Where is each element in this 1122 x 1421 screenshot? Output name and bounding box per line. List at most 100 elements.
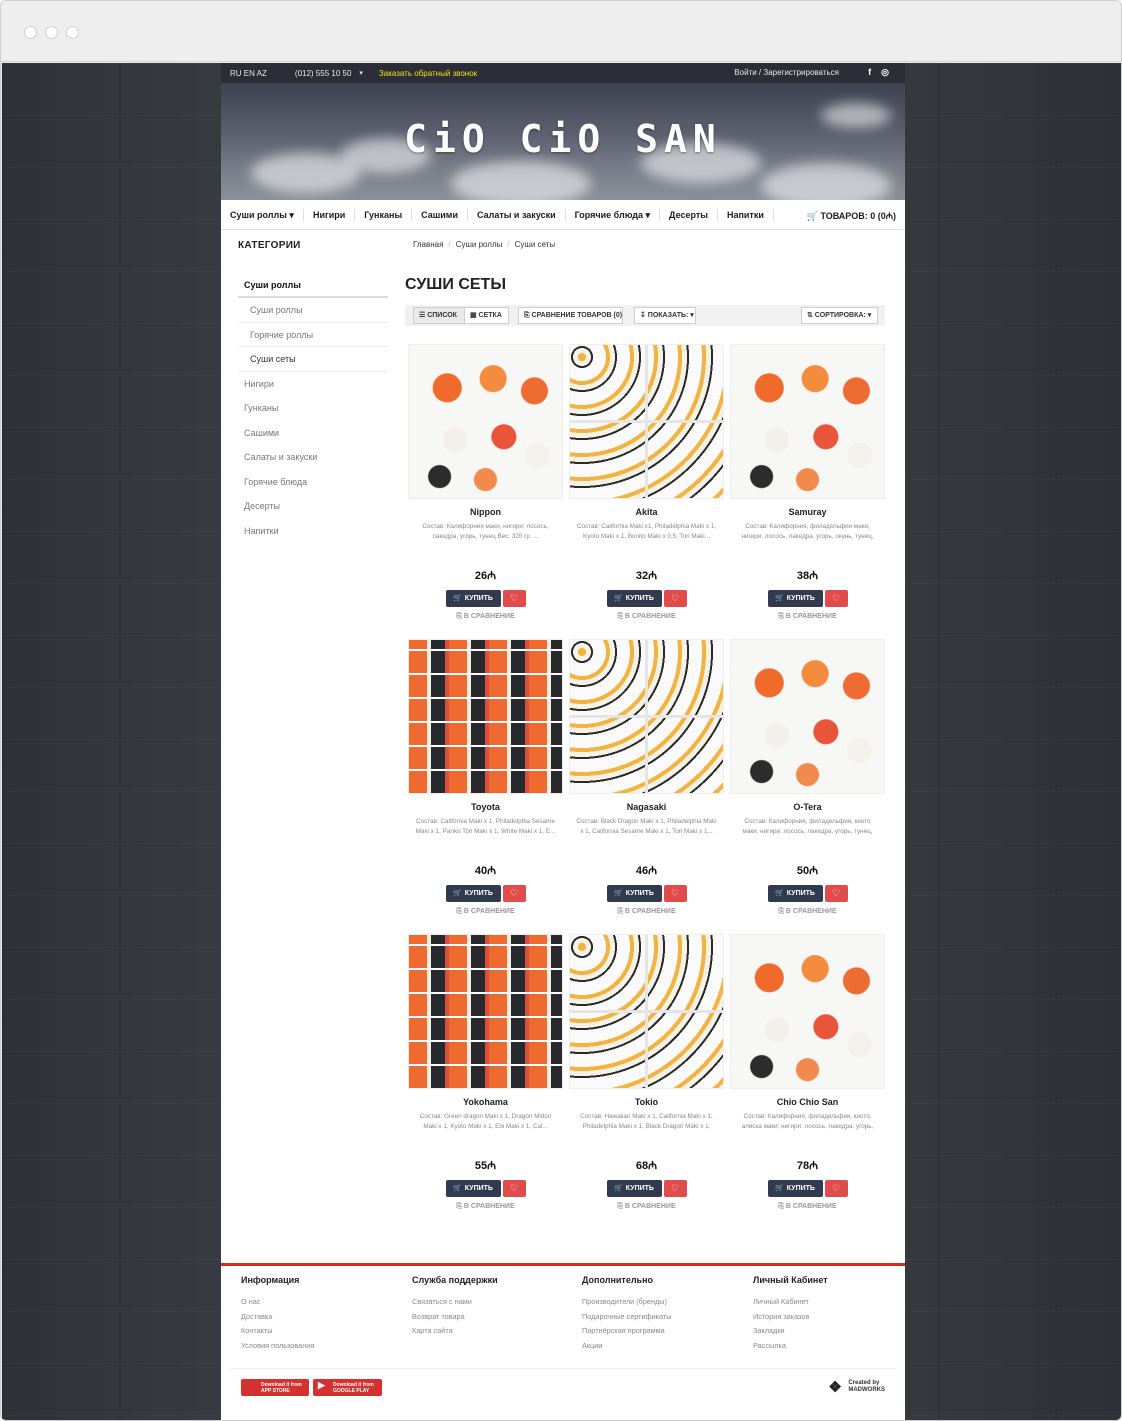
footer-link[interactable]: Производители (бренды) xyxy=(582,1295,742,1310)
product-name[interactable]: Tokio xyxy=(569,1097,724,1107)
wishlist-button[interactable]: ♡ xyxy=(663,885,687,902)
facebook-icon[interactable]: f xyxy=(868,67,871,78)
product-image[interactable] xyxy=(408,639,563,794)
sidebar-item-hot-dishes[interactable]: Горячие блюда xyxy=(238,470,388,495)
nav-item-salads[interactable]: Салаты и закуски xyxy=(468,208,566,221)
nav-item-sushi-rolls[interactable]: Суши роллы ▾ xyxy=(230,208,304,221)
add-to-compare-link[interactable]: ⎘ В СРАВНЕНИЕ xyxy=(569,613,724,621)
product-name[interactable]: Chio Chio San xyxy=(730,1097,885,1107)
instagram-icon[interactable]: ◎ xyxy=(881,67,889,78)
app-store-button[interactable]: Download it from APP STORE xyxy=(241,1379,309,1396)
footer-link[interactable]: Доставка xyxy=(241,1310,401,1325)
add-to-compare-link[interactable]: ⎘ В СРАВНЕНИЕ xyxy=(730,613,885,621)
sidebar-item-nigiri[interactable]: Нигири xyxy=(238,372,388,397)
sidebar-item-sushi-rolls-sub[interactable]: Суши роллы xyxy=(238,298,388,323)
footer-link[interactable]: Личный Кабинет xyxy=(753,1295,913,1310)
nav-item-hot-dishes[interactable]: Горячие блюда ▾ xyxy=(566,208,661,221)
login-link[interactable]: Войти / Зарегистрироваться xyxy=(734,68,839,77)
sidebar-item-sashimi[interactable]: Сашими xyxy=(238,421,388,446)
footer-link[interactable]: Контакты xyxy=(241,1324,401,1339)
buy-button[interactable]: 🛒 КУПИТЬ xyxy=(606,1180,662,1197)
wishlist-button[interactable]: ♡ xyxy=(824,885,848,902)
sidebar-item-gunkan[interactable]: Гунканы xyxy=(238,396,388,421)
product-name[interactable]: Toyota xyxy=(408,802,563,812)
footer-link[interactable]: Возврат товара xyxy=(412,1310,572,1325)
sidebar-item-sushi-sets[interactable]: Суши сеты xyxy=(238,347,388,372)
sidebar-item-drinks[interactable]: Напитки xyxy=(238,519,388,544)
buy-button[interactable]: 🛒 КУПИТЬ xyxy=(606,590,662,607)
buy-button[interactable]: 🛒 КУПИТЬ xyxy=(445,590,501,607)
madworks-credit[interactable]: ❖ Created by MADWORKS xyxy=(828,1380,885,1395)
google-play-button[interactable]: ▶ Download it from GOOGLE PLAY xyxy=(313,1379,382,1396)
product-name[interactable]: Akita xyxy=(569,507,724,517)
add-to-compare-link[interactable]: ⎘ В СРАВНЕНИЕ xyxy=(730,908,885,916)
nav-item-nigiri[interactable]: Нигири xyxy=(304,208,356,221)
footer-link[interactable]: Карта сайта xyxy=(412,1324,572,1339)
product-image[interactable] xyxy=(569,344,724,499)
product-image[interactable] xyxy=(730,639,885,794)
buy-button[interactable]: 🛒 КУПИТЬ xyxy=(445,1180,501,1197)
language-switcher[interactable]: RU EN AZ xyxy=(230,69,267,78)
product-image[interactable] xyxy=(730,344,885,499)
cart-button[interactable]: 🛒 ТОВАРОВ: 0 (0₼) xyxy=(807,209,896,222)
buy-button[interactable]: 🛒 КУПИТЬ xyxy=(767,590,823,607)
sidebar-item-salads[interactable]: Салаты и закуски xyxy=(238,445,388,470)
add-to-compare-link[interactable]: ⎘ В СРАВНЕНИЕ xyxy=(569,908,724,916)
nav-item-gunkan[interactable]: Гунканы xyxy=(355,208,413,221)
grid-view-button[interactable]: ▦ СЕТКА xyxy=(464,307,509,324)
sort-dropdown[interactable]: ⇅ СОРТИРОВКА: ▾ xyxy=(801,307,878,324)
product-name[interactable]: Nippon xyxy=(408,507,563,517)
footer-link[interactable]: Рассылка xyxy=(753,1339,913,1354)
sidebar-item-desserts[interactable]: Десерты xyxy=(238,494,388,519)
add-to-compare-link[interactable]: ⎘ В СРАВНЕНИЕ xyxy=(730,1203,885,1211)
add-to-compare-link[interactable]: ⎘ В СРАВНЕНИЕ xyxy=(408,1203,563,1211)
nav-item-sashimi[interactable]: Сашими xyxy=(412,208,468,221)
list-view-button[interactable]: ☰ СПИСОК xyxy=(413,307,465,324)
add-to-compare-link[interactable]: ⎘ В СРАВНЕНИЕ xyxy=(569,1203,724,1211)
product-image[interactable] xyxy=(730,934,885,1089)
nav-item-desserts[interactable]: Десерты xyxy=(660,208,718,221)
window-dot-icon[interactable] xyxy=(45,26,58,39)
footer-link[interactable]: Условия пользования xyxy=(241,1339,401,1354)
chevron-down-icon[interactable]: ▾ xyxy=(359,69,363,77)
footer-link[interactable]: Акции xyxy=(582,1339,742,1354)
nav-item-drinks[interactable]: Напитки xyxy=(718,208,774,221)
footer-link[interactable]: Подарочные сертификаты xyxy=(582,1310,742,1325)
sidebar-item-sushi-rolls[interactable]: Суши роллы xyxy=(238,273,388,298)
breadcrumb-sushi-rolls[interactable]: Суши роллы xyxy=(456,240,503,249)
window-dot-icon[interactable] xyxy=(24,26,37,39)
buy-button[interactable]: 🛒 КУПИТЬ xyxy=(767,1180,823,1197)
buy-button[interactable]: 🛒 КУПИТЬ xyxy=(606,885,662,902)
compare-products-button[interactable]: ⎘ СРАВНЕНИЕ ТОВАРОВ (0) xyxy=(518,307,623,324)
wishlist-button[interactable]: ♡ xyxy=(502,590,526,607)
product-name[interactable]: Nagasaki xyxy=(569,802,724,812)
site-logo[interactable]: CiO CiO SAN xyxy=(221,117,905,161)
wishlist-button[interactable]: ♡ xyxy=(502,885,526,902)
add-to-compare-link[interactable]: ⎘ В СРАВНЕНИЕ xyxy=(408,613,563,621)
wishlist-button[interactable]: ♡ xyxy=(824,590,848,607)
product-image[interactable] xyxy=(408,344,563,499)
add-to-compare-link[interactable]: ⎘ В СРАВНЕНИЕ xyxy=(408,908,563,916)
footer-link[interactable]: Связаться с нами xyxy=(412,1295,572,1310)
product-image[interactable] xyxy=(569,639,724,794)
window-dot-icon[interactable] xyxy=(66,26,79,39)
product-image[interactable] xyxy=(569,934,724,1089)
product-image[interactable] xyxy=(408,934,563,1089)
footer-link[interactable]: История заказов xyxy=(753,1310,913,1325)
product-name[interactable]: O-Tera xyxy=(730,802,885,812)
phone-number[interactable]: (012) 555 10 50 xyxy=(295,69,352,78)
breadcrumb-home[interactable]: Главная xyxy=(413,240,443,249)
wishlist-button[interactable]: ♡ xyxy=(663,1180,687,1197)
product-name[interactable]: Yokohama xyxy=(408,1097,563,1107)
footer-link[interactable]: Закладки xyxy=(753,1324,913,1339)
buy-button[interactable]: 🛒 КУПИТЬ xyxy=(767,885,823,902)
callback-link[interactable]: Заказать обратный звонок xyxy=(379,69,477,78)
wishlist-button[interactable]: ♡ xyxy=(502,1180,526,1197)
footer-link[interactable]: О нас xyxy=(241,1295,401,1310)
footer-link[interactable]: Партнёрская программа xyxy=(582,1324,742,1339)
show-limit-dropdown[interactable]: ↧ ПОКАЗАТЬ: ▾ xyxy=(634,307,696,324)
wishlist-button[interactable]: ♡ xyxy=(824,1180,848,1197)
sidebar-item-hot-rolls[interactable]: Горячие роллы xyxy=(238,323,388,347)
wishlist-button[interactable]: ♡ xyxy=(663,590,687,607)
buy-button[interactable]: 🛒 КУПИТЬ xyxy=(445,885,501,902)
